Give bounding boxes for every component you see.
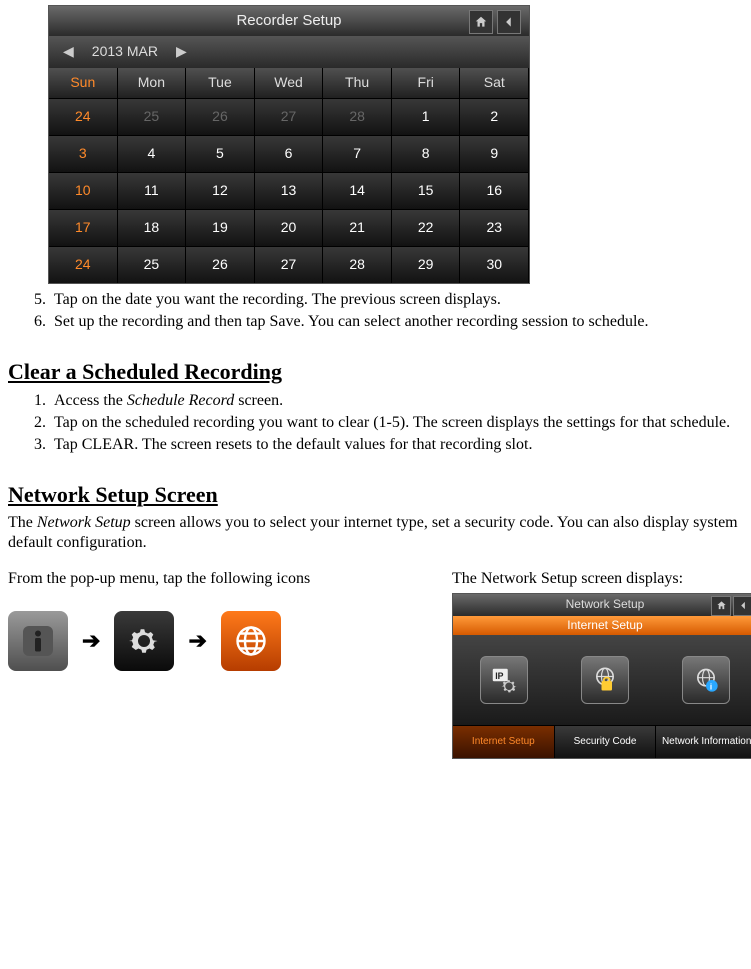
steps-list-a: Tap on the date you want the recording. … (8, 290, 743, 332)
calendar-day[interactable]: 17 (49, 209, 118, 246)
network-setup-panel: Network Setup Internet Setup IP i (452, 593, 751, 760)
network-intro: The Network Setup screen allows you to s… (8, 513, 743, 553)
calendar-day[interactable]: 18 (118, 209, 187, 246)
network-titlebar: Network Setup (453, 594, 751, 616)
dow-label: Thu (323, 68, 392, 98)
dow-label: Mon (118, 68, 187, 98)
svg-text:i: i (710, 682, 712, 691)
calendar-day[interactable]: 28 (323, 98, 392, 135)
network-title: Network Setup (566, 597, 645, 612)
calendar-day[interactable]: 19 (186, 209, 255, 246)
steps-list-b: Access the Schedule Record screen.Tap on… (8, 391, 743, 455)
calendar-day[interactable]: 20 (255, 209, 324, 246)
tab-internet-setup[interactable]: Internet Setup (453, 726, 555, 759)
globe-icon[interactable] (221, 611, 281, 671)
dow-label: Fri (392, 68, 461, 98)
calendar-day[interactable]: 4 (118, 135, 187, 172)
home-icon[interactable] (711, 596, 731, 616)
month-bar: ◀ 2013 MAR ▶ (49, 36, 529, 68)
dow-label: Sat (460, 68, 529, 98)
info-icon[interactable] (8, 611, 68, 671)
security-lock-icon[interactable] (581, 656, 629, 704)
prev-month-icon[interactable]: ◀ (63, 43, 74, 61)
calendar-day[interactable]: 12 (186, 172, 255, 209)
next-month-icon[interactable]: ▶ (176, 43, 187, 61)
calendar-day[interactable]: 24 (49, 246, 118, 283)
step-item: Tap CLEAR. The screen resets to the defa… (50, 435, 743, 455)
calendar-day[interactable]: 25 (118, 98, 187, 135)
network-info-icon[interactable]: i (682, 656, 730, 704)
calendar-day[interactable]: 16 (460, 172, 529, 209)
heading-network: Network Setup Screen (8, 481, 743, 509)
calendar-day[interactable]: 11 (118, 172, 187, 209)
calendar-title: Recorder Setup (236, 12, 341, 31)
step-item: Access the Schedule Record screen. (50, 391, 743, 411)
dow-row: SunMonTueWedThuFriSat (49, 68, 529, 98)
step-item: Tap on the scheduled recording you want … (50, 413, 743, 433)
home-icon[interactable] (469, 10, 493, 34)
calendar-day[interactable]: 27 (255, 246, 324, 283)
step-item: Set up the recording and then tap Save. … (50, 312, 743, 332)
heading-clear: Clear a Scheduled Recording (8, 358, 743, 386)
calendar-day[interactable]: 3 (49, 135, 118, 172)
calendar-day[interactable]: 28 (323, 246, 392, 283)
calendar-day[interactable]: 27 (255, 98, 324, 135)
calendar-day[interactable]: 29 (392, 246, 461, 283)
dow-label: Sun (49, 68, 118, 98)
calendar-day[interactable]: 25 (118, 246, 187, 283)
calendar-day[interactable]: 14 (323, 172, 392, 209)
dow-label: Wed (255, 68, 324, 98)
arrow-icon: ➔ (188, 627, 206, 655)
calendar-day[interactable]: 30 (460, 246, 529, 283)
tab-network-info[interactable]: Network Information (656, 726, 751, 759)
calendar-day[interactable]: 23 (460, 209, 529, 246)
calendar-day[interactable]: 26 (186, 98, 255, 135)
calendar-day[interactable]: 7 (323, 135, 392, 172)
calendar-day[interactable]: 10 (49, 172, 118, 209)
svg-text:IP: IP (495, 670, 503, 680)
network-subtitle: Internet Setup (453, 616, 751, 635)
calendar-day[interactable]: 1 (392, 98, 461, 135)
calendar-day[interactable]: 8 (392, 135, 461, 172)
recorder-calendar: Recorder Setup ◀ 2013 MAR ▶ SunMonTueWed… (48, 5, 530, 284)
calendar-day[interactable]: 22 (392, 209, 461, 246)
weeks-grid: 2425262728123456789101112131415161718192… (49, 98, 529, 283)
calendar-day[interactable]: 6 (255, 135, 324, 172)
calendar-day[interactable]: 24 (49, 98, 118, 135)
back-icon[interactable] (733, 596, 751, 616)
step-item: Tap on the date you want the recording. … (50, 290, 743, 310)
calendar-day[interactable]: 13 (255, 172, 324, 209)
calendar-day[interactable]: 2 (460, 98, 529, 135)
calendar-titlebar: Recorder Setup (49, 6, 529, 36)
left-col-text: From the pop-up menu, tap the following … (8, 569, 428, 589)
calendar-day[interactable]: 15 (392, 172, 461, 209)
network-footer: Internet Setup Security Code Network Inf… (453, 726, 751, 759)
icon-sequence: ➔ ➔ (8, 611, 428, 671)
calendar-day[interactable]: 26 (186, 246, 255, 283)
right-col-text: The Network Setup screen displays: (452, 569, 751, 589)
ip-settings-icon[interactable]: IP (480, 656, 528, 704)
network-body: IP i (453, 635, 751, 726)
month-label: 2013 MAR (92, 43, 158, 61)
back-icon[interactable] (497, 10, 521, 34)
calendar-day[interactable]: 21 (323, 209, 392, 246)
arrow-icon: ➔ (82, 627, 100, 655)
calendar-day[interactable]: 5 (186, 135, 255, 172)
dow-label: Tue (186, 68, 255, 98)
tab-security-code[interactable]: Security Code (555, 726, 657, 759)
gear-icon[interactable] (114, 611, 174, 671)
calendar-day[interactable]: 9 (460, 135, 529, 172)
